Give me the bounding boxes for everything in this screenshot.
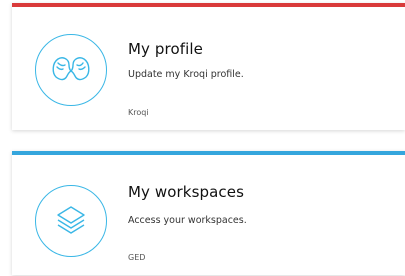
my-workspaces-card[interactable]: My workspaces Access your workspaces. GE…	[12, 151, 405, 275]
card-description: Update my Kroqi profile.	[128, 69, 244, 80]
cards-page: My profile Update my Kroqi profile. Kroq…	[0, 0, 405, 276]
profile-icon-circle	[35, 34, 107, 106]
card-description: Access your workspaces.	[128, 215, 247, 226]
card-title[interactable]: My profile	[128, 40, 203, 58]
layers-icon	[57, 206, 85, 234]
card-source: GED	[128, 253, 146, 262]
my-profile-card[interactable]: My profile Update my Kroqi profile. Kroq…	[12, 3, 405, 130]
card-source: Kroqi	[128, 108, 149, 117]
card-title[interactable]: My workspaces	[128, 183, 244, 201]
profile-faces-icon	[52, 57, 90, 81]
workspaces-icon-circle	[35, 185, 107, 257]
